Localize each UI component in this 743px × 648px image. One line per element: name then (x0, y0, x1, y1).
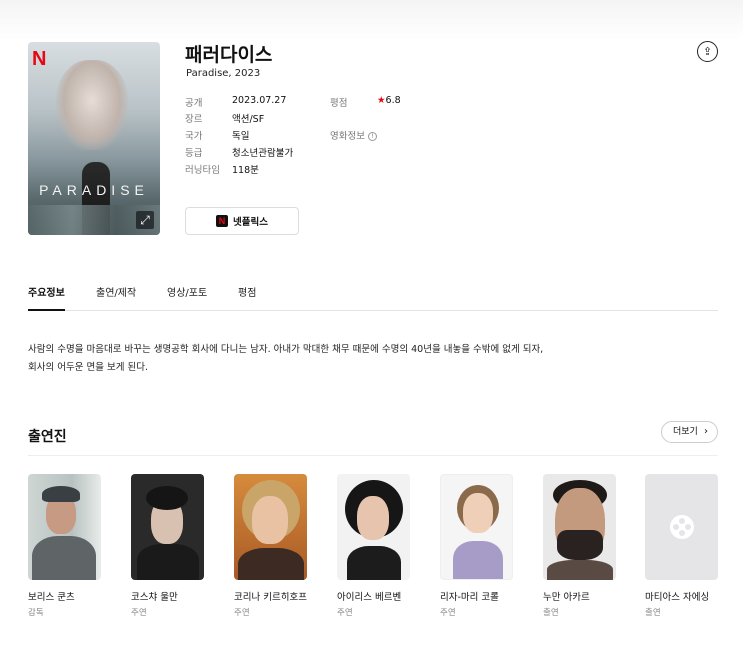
share-icon[interactable]: ⇪ (697, 41, 718, 62)
info-label: 장르 (185, 114, 203, 125)
more-button-label: 더보기 (673, 427, 698, 437)
cast-name: 코리나 키르히호프 (234, 592, 307, 603)
netflix-logo-icon: N (32, 48, 47, 70)
cast-photo (28, 474, 101, 580)
netflix-logo-icon: N (216, 215, 229, 227)
cast-section-title: 출연진 (28, 429, 67, 445)
netflix-button[interactable]: N 넷플릭스 (185, 207, 299, 235)
divider (28, 455, 718, 456)
info-value: 청소년관람불가 (232, 148, 294, 159)
movie-poster[interactable]: N PARADISE ⤢ (28, 42, 160, 235)
cast-role: 주연 (234, 608, 250, 618)
cast-card[interactable]: 리자-마리 코롤 주연 (440, 474, 514, 618)
rating-score: ★6.8 (377, 95, 401, 106)
cast-name: 마티아스 자에싱 (645, 592, 710, 603)
tab-reviews[interactable]: 평점 (238, 284, 256, 310)
cast-card[interactable]: 코스챠 울만 주연 (131, 474, 205, 618)
movie-info-link[interactable]: 영화정보! (330, 128, 377, 142)
info-value: 액션/SF (232, 114, 265, 125)
tab-bar: 주요정보 출연/제작 영상/포토 평점 (28, 284, 718, 311)
synopsis-line: 사람의 수명을 마음대로 바꾸는 생명공학 회사에 다니는 남자. 아내가 막대… (28, 344, 544, 355)
cast-name: 리자-마리 코롤 (440, 592, 499, 603)
cast-card[interactable]: 누만 아카르 출연 (543, 474, 617, 618)
chevron-right-icon: › (704, 426, 708, 437)
info-label: 등급 (185, 148, 203, 159)
info-label: 공개 (185, 98, 203, 109)
synopsis-line: 회사의 어두운 면을 보게 된다. (28, 362, 148, 373)
info-value: 독일 (232, 131, 250, 142)
cast-photo (543, 474, 616, 580)
info-label: 국가 (185, 131, 203, 142)
cast-role: 감독 (28, 608, 44, 618)
cast-card[interactable]: 마티아스 자에싱 출연 (645, 474, 719, 618)
more-button[interactable]: 더보기 › (661, 421, 718, 443)
cast-role: 주연 (131, 608, 147, 618)
star-icon: ★ (377, 95, 386, 106)
rating-label: 평점 (330, 98, 348, 109)
poster-title: PARADISE (39, 182, 149, 198)
cast-role: 출연 (645, 608, 661, 618)
cast-photo-placeholder (645, 474, 718, 580)
cast-photo (337, 474, 410, 580)
cast-card[interactable]: 코리나 키르히호프 주연 (234, 474, 308, 618)
synopsis: 사람의 수명을 마음대로 바꾸는 생명공학 회사에 다니는 남자. 아내가 막대… (28, 341, 588, 377)
info-value: 2023.07.27 (232, 95, 287, 106)
netflix-button-label: 넷플릭스 (233, 217, 268, 228)
cast-role: 주연 (337, 608, 353, 618)
tab-cast-crew[interactable]: 출연/제작 (96, 284, 136, 310)
movie-subtitle: Paradise, 2023 (186, 68, 261, 79)
cast-photo (131, 474, 204, 580)
poster-face-art (56, 60, 128, 150)
info-label: 러닝타임 (185, 165, 220, 176)
info-value: 118분 (232, 165, 259, 176)
film-reel-icon (669, 515, 694, 539)
cast-role: 출연 (543, 608, 559, 618)
cast-role: 주연 (440, 608, 456, 618)
tab-video-photo[interactable]: 영상/포토 (167, 284, 207, 310)
movie-detail-page: N PARADISE ⤢ 패러다이스 Paradise, 2023 ⇪ 공개 2… (28, 0, 718, 648)
expand-icon[interactable]: ⤢ (136, 211, 154, 229)
rating-value: 6.8 (385, 95, 401, 106)
movie-info-label: 영화정보 (330, 131, 365, 142)
cast-name: 보리스 쿤츠 (28, 592, 75, 603)
info-icon[interactable]: ! (367, 132, 377, 141)
movie-title: 패러다이스 (185, 44, 273, 66)
tab-main-info[interactable]: 주요정보 (28, 284, 65, 311)
cast-photo (234, 474, 307, 580)
cast-name: 코스챠 울만 (131, 592, 178, 603)
cast-name: 아이리스 베르벤 (337, 592, 402, 603)
cast-card[interactable]: 아이리스 베르벤 주연 (337, 474, 411, 618)
cast-name: 누만 아카르 (543, 592, 590, 603)
cast-card[interactable]: 보리스 쿤츠 감독 (28, 474, 102, 618)
cast-photo (440, 474, 513, 580)
